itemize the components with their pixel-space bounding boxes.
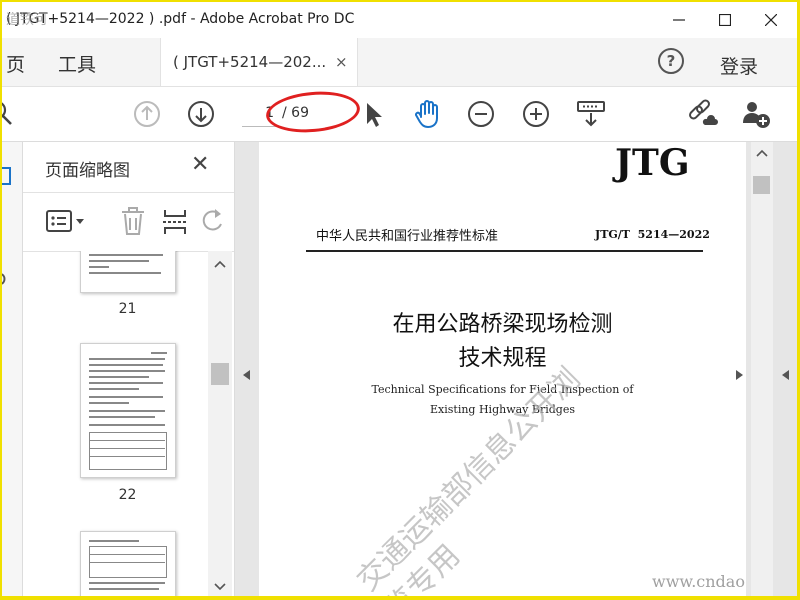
scroll-up-icon[interactable]: [208, 257, 232, 271]
tab-close-button[interactable]: ×: [335, 53, 348, 71]
standard-number: JTG/T 5214—2022: [595, 228, 710, 241]
minimize-button[interactable]: [656, 2, 702, 38]
scroll-up-icon[interactable]: [751, 146, 773, 160]
standard-category: 中华人民共和国行业推荐性标准: [316, 229, 499, 244]
cloud-link-icon: [689, 99, 718, 125]
document-scroll-thumb[interactable]: [753, 176, 770, 194]
close-window-button[interactable]: [748, 2, 794, 38]
english-title-line1: Technical Specifications for Field Inspe…: [371, 383, 634, 396]
document-title-line2: 技术规程: [458, 346, 547, 371]
page-total: / 69: [282, 105, 309, 121]
zoom-in-icon: [523, 101, 549, 127]
acrobat-window: ( JTGT+5214—2022 ) .pdf - Adobe Acrobat …: [2, 2, 797, 596]
thumbnails-list: 21 22: [23, 251, 208, 596]
minimize-icon: [673, 19, 685, 21]
jtg-logo: JTG: [615, 142, 690, 184]
insert-pages-icon: [163, 210, 187, 234]
left-nav-strip: [2, 142, 23, 596]
nav-tools[interactable]: 工具: [58, 50, 96, 77]
keyboard-icon: [577, 101, 605, 127]
window-title: ( JTGT+5214—2022 ) .pdf - Adobe Acrobat …: [6, 11, 355, 27]
arrow-up-circle-icon: [134, 101, 160, 127]
cursor-arrow-icon: [367, 103, 382, 127]
thumbnails-panel-title: 页面缩略图: [45, 161, 130, 181]
zoom-in-button[interactable]: [519, 97, 553, 131]
document-tab-label: ( JTGT+5214—202...: [173, 53, 327, 71]
zoom-out-button[interactable]: [464, 97, 498, 131]
question-icon: ?: [666, 52, 676, 70]
thumbnail-options-button[interactable]: [45, 208, 89, 236]
document-view: JTG 中华人民共和国行业推荐性标准 JTG/T 5214—2022 在用公路桥…: [235, 142, 797, 596]
thumbnail-label: 21: [118, 301, 137, 317]
rotate-page-button[interactable]: [201, 206, 229, 238]
thumbnail-page-22[interactable]: [80, 343, 176, 478]
previous-page-button[interactable]: [130, 97, 164, 131]
pdf-page: JTG 中华人民共和国行业推荐性标准 JTG/T 5214—2022 在用公路桥…: [259, 142, 746, 596]
arrow-down-circle-icon: [188, 101, 214, 127]
red-highlight-annotation: [264, 87, 362, 137]
maximize-icon: [719, 14, 731, 26]
title-overlay-text: 道铁可: [6, 12, 48, 28]
document-title-line1: 在用公路桥梁现场检测: [392, 312, 613, 337]
thumbnails-scrollbar[interactable]: [208, 251, 232, 596]
help-button[interactable]: ?: [658, 48, 684, 74]
scroll-down-icon[interactable]: [208, 580, 232, 594]
thumbnail-label: 22: [118, 487, 137, 503]
delete-page-button[interactable]: [119, 206, 147, 238]
thumbnails-toolbar: [23, 192, 234, 252]
site-watermark: www.cndao.com: [652, 572, 746, 591]
close-icon: [765, 14, 777, 26]
share-link-button[interactable]: [686, 97, 720, 131]
toolbar: / 69: [2, 87, 797, 142]
thumbnail-page-21[interactable]: [80, 251, 176, 293]
tab-bar: 页 工具 ( JTGT+5214—202... × ? 登录: [2, 38, 797, 87]
select-tool-button[interactable]: [356, 97, 390, 131]
add-user-icon: [743, 102, 770, 128]
share-user-button[interactable]: [740, 97, 774, 131]
collapse-right-panel-icon[interactable]: [732, 368, 746, 382]
thumbnails-scroll-thumb[interactable]: [211, 363, 229, 385]
search-button[interactable]: [2, 97, 20, 131]
page-thumbnails-nav-icon[interactable]: [2, 164, 22, 204]
nav-home[interactable]: 页: [6, 50, 25, 77]
hand-tool-button[interactable]: [410, 97, 444, 131]
english-title-line2: Existing Highway Bridges: [430, 403, 575, 416]
thumbnails-panel: 页面缩略图 ✕ 21 22: [23, 142, 235, 596]
search-icon: [2, 102, 12, 125]
maximize-button[interactable]: [702, 2, 748, 38]
login-button[interactable]: 登录: [720, 52, 758, 79]
thumbnail-page-23[interactable]: [80, 531, 176, 596]
page-number-input[interactable]: [242, 100, 278, 127]
right-panel-toggle-icon[interactable]: [779, 368, 793, 382]
document-tab[interactable]: ( JTGT+5214—202... ×: [160, 38, 358, 86]
next-page-button[interactable]: [184, 97, 218, 131]
header-rule: [306, 250, 703, 252]
trash-icon: [122, 207, 144, 235]
collapse-left-panel-icon[interactable]: [240, 368, 254, 382]
zoom-out-icon: [468, 101, 494, 127]
title-bar: ( JTGT+5214—2022 ) .pdf - Adobe Acrobat …: [2, 2, 797, 38]
insert-page-button[interactable]: [161, 206, 189, 238]
thumbnails-close-button[interactable]: ✕: [191, 152, 209, 177]
attachment-nav-icon[interactable]: [2, 270, 22, 300]
document-scrollbar[interactable]: [751, 142, 773, 596]
list-options-icon: [46, 210, 84, 232]
keyboard-button[interactable]: [574, 97, 608, 131]
rotate-icon: [202, 209, 222, 231]
hand-icon: [415, 100, 438, 128]
